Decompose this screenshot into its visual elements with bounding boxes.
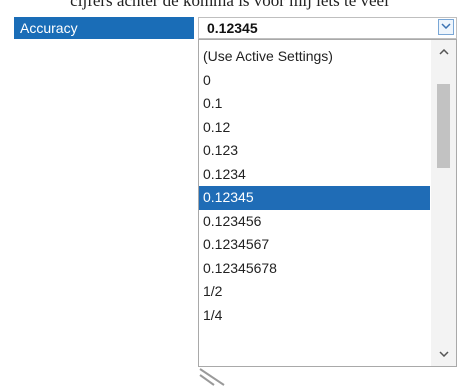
resize-grip-icon[interactable] [198,367,228,387]
dropdown-option[interactable]: 0.12 [199,116,430,140]
vertical-scrollbar[interactable] [431,40,456,366]
property-grid-blank-area [14,39,198,387]
dropdown-option[interactable]: 0.123 [199,139,430,163]
dropdown-option[interactable]: 1/4 [199,304,430,328]
dropdown-items: (Use Active Settings) 0 0.1 0.12 0.123 0.1234… [199,45,430,327]
chevron-down-icon [438,349,449,360]
dropdown-option[interactable]: 0.1234 [199,163,430,187]
dropdown-option[interactable]: (Use Active Settings) [199,45,430,69]
dropdown-option[interactable]: 0.1 [199,92,430,116]
scrollbar-thumb[interactable] [437,84,450,168]
caption-text: cijfers achter de komma is voor mij iets… [70,0,389,10]
dropdown-option[interactable]: 1/2 [199,280,430,304]
dropdown-option[interactable]: 0.1234567 [199,233,430,257]
dropdown-option[interactable]: 0.12345 [199,186,430,210]
scroll-down-button[interactable] [431,344,456,364]
chevron-up-icon [438,47,449,58]
dropdown-option[interactable]: 0 [199,69,430,93]
accuracy-combobox[interactable]: 0.12345 [198,17,457,39]
dropdown-option[interactable]: 0.123456 [199,210,430,234]
chevron-down-icon [441,22,451,32]
dropdown-button[interactable] [438,19,454,35]
dropdown-footer [198,367,457,387]
property-row-accuracy[interactable]: Accuracy 0.12345 [14,17,457,39]
accuracy-dropdown-list[interactable]: (Use Active Settings) 0 0.1 0.12 0.123 0.1234… [198,39,457,367]
combobox-value: 0.12345 [207,20,258,36]
property-label[interactable]: Accuracy [14,17,194,39]
dropdown-option[interactable]: 0.12345678 [199,257,430,281]
scroll-up-button[interactable] [431,42,456,62]
